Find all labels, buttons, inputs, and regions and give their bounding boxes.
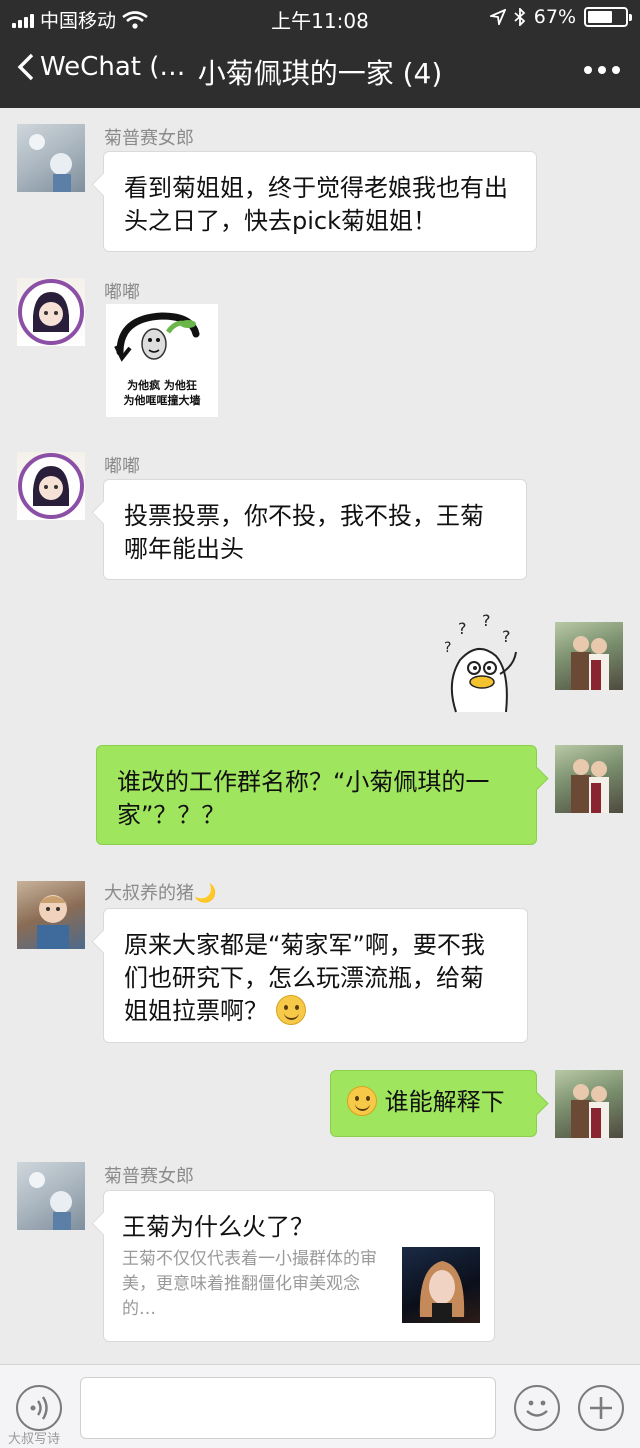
emoji-icon[interactable] bbox=[514, 1385, 560, 1431]
svg-text:?: ? bbox=[458, 619, 467, 638]
smile-emoji-icon bbox=[347, 1086, 377, 1116]
sender-name: 菊普赛女郎 bbox=[104, 128, 194, 149]
link-title: 王菊为什么火了？ bbox=[122, 1213, 314, 1241]
message-text: 谁能解释下 bbox=[384, 1088, 505, 1116]
message-input[interactable] bbox=[80, 1377, 496, 1439]
avatar-image bbox=[37, 895, 69, 949]
message-bubble[interactable]: 投票投票，你不投，我不投，王菊哪年能出头 bbox=[103, 479, 527, 580]
more-dots-icon[interactable] bbox=[584, 56, 620, 74]
navigation-bar: WeChat (… 小菊佩琪的一家 (4) bbox=[0, 36, 640, 108]
sticker-drawing bbox=[114, 312, 200, 362]
bluetooth-icon bbox=[514, 8, 526, 26]
location-arrow-icon bbox=[489, 9, 506, 25]
watermark: 大叔写诗 bbox=[8, 1432, 61, 1447]
battery-percent: 67% bbox=[533, 6, 576, 28]
sender-name: 嘟嘟 bbox=[104, 282, 140, 303]
link-thumbnail bbox=[402, 1247, 480, 1323]
link-description: 王菊不仅仅代表着一小撮群体的审美，更意味着推翻僵化审美观念的… bbox=[122, 1249, 377, 1319]
message-bubble[interactable]: 谁能解释下 bbox=[330, 1070, 537, 1137]
avatar-image bbox=[571, 636, 609, 690]
sticker-image[interactable]: 为他疯 为他狂 为他哐哐撞大墙 bbox=[106, 304, 218, 417]
avatar-image bbox=[18, 279, 84, 345]
header: 中国移动 上午11:08 67% WeChat (… 小菊佩琪的一家 (4) bbox=[0, 0, 640, 108]
emoji-glyph bbox=[526, 1400, 548, 1417]
thumbnail-image bbox=[419, 1261, 465, 1323]
sticker-caption: 为他哐哐撞大墙 bbox=[123, 394, 201, 407]
sender-name: 大叔养的猪🌙 bbox=[104, 883, 217, 904]
plus-glyph bbox=[590, 1397, 612, 1419]
avatar[interactable] bbox=[17, 881, 85, 949]
message-bubble[interactable]: 看到菊姐姐，终于觉得老娘我也有出头之日了，快去pick菊姐姐！ bbox=[103, 151, 537, 252]
avatar-image bbox=[571, 1084, 609, 1138]
status-right: 67% bbox=[489, 6, 632, 28]
avatar-image bbox=[18, 453, 84, 519]
svg-text:?: ? bbox=[502, 627, 511, 646]
avatar[interactable] bbox=[555, 622, 623, 690]
status-bar: 中国移动 上午11:08 67% bbox=[0, 0, 640, 34]
chat-title: 小菊佩琪的一家 (4) bbox=[197, 57, 443, 90]
avatar[interactable] bbox=[555, 1070, 623, 1138]
battery-fill bbox=[588, 11, 613, 23]
avatar[interactable] bbox=[17, 1162, 85, 1230]
message-bubble[interactable]: 原来大家都是“菊家军”啊，要不我们也研究下，怎么玩漂流瓶，给菊姐姐拉票啊？ bbox=[103, 908, 528, 1043]
avatar[interactable] bbox=[555, 745, 623, 813]
avatar-image bbox=[29, 1172, 72, 1230]
avatar[interactable] bbox=[17, 124, 85, 192]
avatar[interactable] bbox=[17, 452, 85, 520]
avatar[interactable] bbox=[17, 278, 85, 346]
avatar-image bbox=[29, 134, 72, 192]
plus-icon[interactable] bbox=[578, 1385, 624, 1431]
duck-sticker-drawing: ? ? ? ? bbox=[444, 611, 517, 713]
avatar-image bbox=[571, 759, 609, 813]
voice-icon[interactable] bbox=[16, 1385, 62, 1431]
sender-name: 菊普赛女郎 bbox=[104, 1166, 194, 1187]
battery-icon bbox=[584, 7, 632, 27]
message-bubble[interactable]: 谁改的工作群名称？“小菊佩琪的一家”？？？ bbox=[96, 745, 537, 845]
sticker-caption: 为他疯 为他狂 bbox=[127, 379, 197, 392]
grin-emoji-icon bbox=[275, 995, 306, 1025]
input-bar bbox=[0, 1364, 640, 1448]
sender-name: 嘟嘟 bbox=[104, 456, 140, 477]
voice-glyph bbox=[30, 1396, 48, 1420]
svg-text:?: ? bbox=[444, 640, 451, 656]
sticker-image[interactable]: ? ? ? ? bbox=[438, 611, 524, 718]
link-card[interactable]: 王菊为什么火了？ 王菊不仅仅代表着一小撮群体的审美，更意味着推翻僵化审美观念的… bbox=[103, 1190, 495, 1342]
svg-text:?: ? bbox=[482, 612, 491, 630]
